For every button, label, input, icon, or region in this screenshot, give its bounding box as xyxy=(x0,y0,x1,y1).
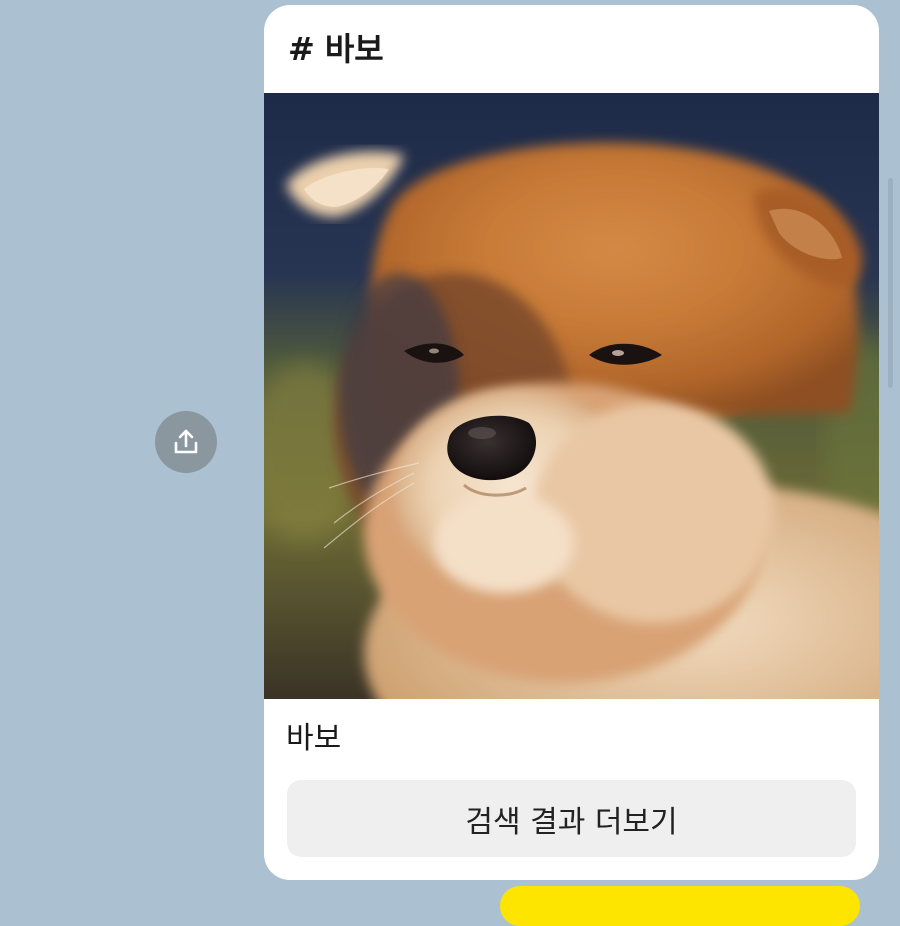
next-message-bubble[interactable] xyxy=(500,886,860,926)
scrollbar[interactable] xyxy=(888,178,893,388)
card-title[interactable]: # 바보 xyxy=(288,27,384,71)
shiba-puppy-photo[interactable] xyxy=(264,93,879,699)
hash-icon: # xyxy=(288,30,315,68)
card-title-text: 바보 xyxy=(324,30,384,68)
search-result-card: # 바보 바보 검색 결과 더보기 xyxy=(264,5,879,880)
card-caption: 바보 xyxy=(286,721,342,756)
share-upload-icon xyxy=(174,429,198,454)
more-search-results-button[interactable]: 검색 결과 더보기 xyxy=(287,780,856,857)
share-button[interactable] xyxy=(155,411,217,473)
